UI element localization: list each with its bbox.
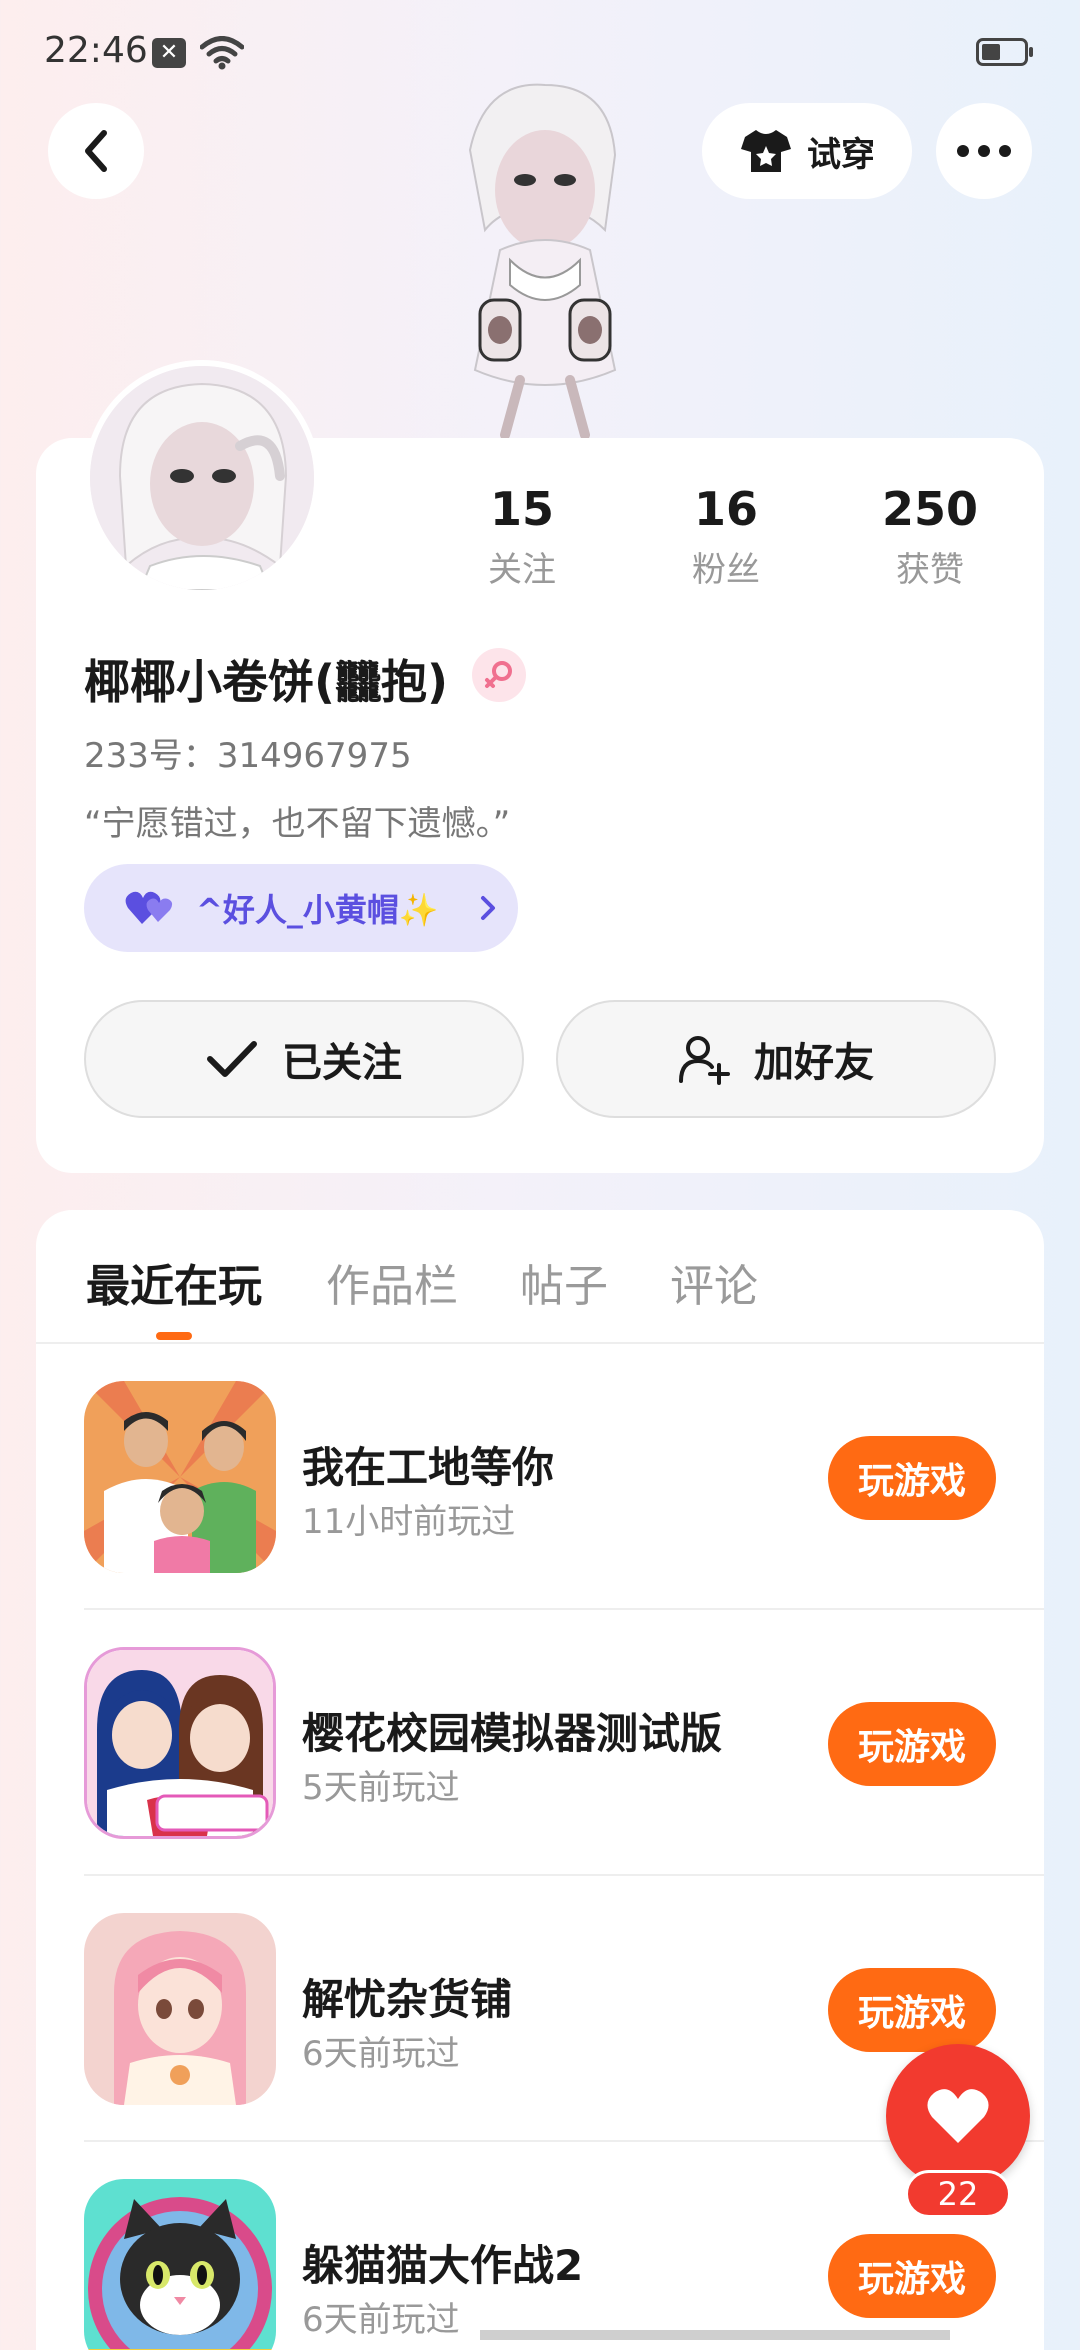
scroll-indicator [480,2330,950,2340]
play-game-button[interactable]: 玩游戏 [828,1436,996,1520]
back-arrow-icon [85,130,107,172]
followed-label: 已关注 [282,1040,402,1086]
tab-comments[interactable]: 评论 [670,1250,758,1314]
add-friend-button[interactable]: 加好友 [556,1000,996,1118]
like-count-badge: 22 [905,2170,1011,2218]
add-friend-label: 加好友 [754,1040,874,1086]
game-icon[interactable] [84,2179,276,2350]
user-bio: “宁愿错过，也不留下遗憾。” [84,804,511,844]
double-heart-icon [125,891,173,924]
game-icon[interactable] [84,1381,276,1573]
game-title: 解忧杂货铺 [302,1975,513,2024]
avatar-3d-figure[interactable] [430,80,660,440]
stat-followers[interactable]: 16 粉丝 [636,482,816,591]
game-last-played: 6天前玩过 [302,2034,460,2074]
back-button[interactable] [48,103,144,199]
try-on-label: 试穿 [807,134,875,175]
followed-button[interactable]: 已关注 [84,1000,524,1118]
game-last-played: 6天前玩过 [302,2300,460,2340]
stat-value: 250 [881,482,979,536]
tab-recently-played[interactable]: 最近在玩 [86,1250,262,1314]
play-game-button[interactable]: 玩游戏 [828,2234,996,2318]
add-person-icon [679,1036,730,1085]
play-game-button[interactable]: 玩游戏 [828,1968,996,2052]
nickname: 椰椰小卷饼(𪚥抱) [84,655,449,709]
stat-following[interactable]: 15 关注 [432,482,612,591]
profile-avatar[interactable] [84,360,320,596]
checkmark-icon [207,1041,257,1077]
chevron-right-icon [480,896,495,920]
stat-likes[interactable]: 250 获赞 [840,482,1020,591]
game-last-played: 11小时前玩过 [302,1502,516,1542]
game-last-played: 5天前玩过 [302,1768,460,1808]
game-title: 躲猫猫大作战2 [302,2241,584,2290]
game-icon[interactable] [84,1647,276,1839]
battery-icon [976,38,1033,66]
game-title: 我在工地等你 [302,1443,555,1492]
stat-value: 15 [489,482,554,536]
stat-label: 获赞 [896,550,964,590]
female-gender-icon [472,648,526,702]
try-on-button[interactable]: 试穿 [702,103,912,199]
heart-icon [927,2089,989,2143]
more-button[interactable] [936,103,1032,199]
user-id: 233号：314967975 [84,736,412,776]
recent-games-card: 最近在玩 作品栏 帖子 评论 我在工地等你 11小时前玩过 玩游戏 樱花校园模拟… [36,1210,1044,2350]
tab-posts[interactable]: 帖子 [520,1250,608,1314]
wifi-icon [199,36,245,74]
play-game-button[interactable]: 玩游戏 [828,1702,996,1786]
game-title: 樱花校园模拟器测试版 [302,1709,723,1758]
stat-value: 16 [693,482,758,536]
game-icon[interactable] [84,1913,276,2105]
x-badge-icon: ✕ [152,38,186,68]
relationship-tag[interactable]: ^好人_小黄帽✨ [84,864,518,952]
tab-works[interactable]: 作品栏 [326,1250,458,1314]
stat-label: 关注 [488,550,556,590]
stat-label: 粉丝 [692,550,760,590]
game-list-item[interactable]: 樱花校园模拟器测试版 5天前玩过 玩游戏 [84,1610,1044,1876]
tshirt-icon [741,130,791,172]
game-list-item[interactable]: 躲猫猫大作战2 6天前玩过 玩游戏 [84,2142,1044,2350]
status-time: 22:46 [44,30,148,71]
profile-tabs: 最近在玩 作品栏 帖子 评论 [36,1210,1044,1344]
relationship-tag-label: ^好人_小黄帽✨ [196,891,439,929]
like-button[interactable] [886,2044,1030,2188]
more-dots-icon [957,145,1011,157]
active-tab-indicator [156,1332,192,1340]
game-list-item[interactable]: 我在工地等你 11小时前玩过 玩游戏 [84,1344,1044,1610]
